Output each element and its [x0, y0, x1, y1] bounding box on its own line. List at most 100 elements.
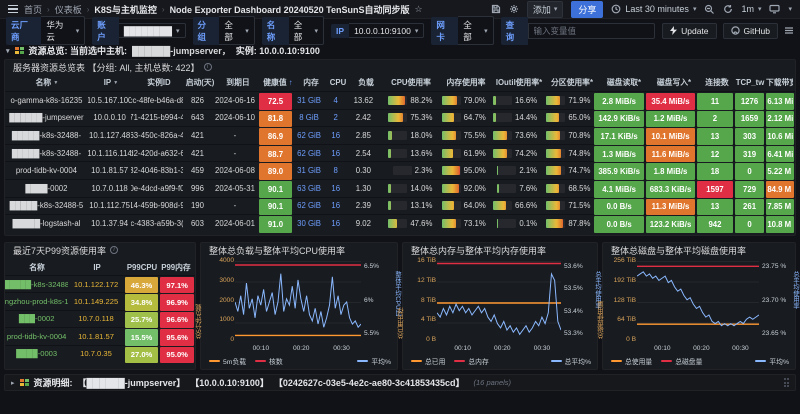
add-dropdown[interactable]: 添加▾	[527, 1, 564, 18]
github-button[interactable]: GitHub	[723, 23, 778, 39]
table-row[interactable]: █████-k8s-32488- 10.1.116.114 d2-420d-a6…	[5, 144, 795, 162]
table-row[interactable]: prod-tidb-kv-0004 10.1.81.57 15.5% 95.6%	[5, 327, 195, 344]
panel-title[interactable]: 整体总磁盘与整体平均磁盘使用率	[603, 243, 795, 257]
line-chart[interactable]	[235, 261, 361, 343]
cell-name[interactable]: ████-0003	[5, 346, 68, 362]
col-instance-id[interactable]: 实例ID	[133, 74, 185, 91]
table-row[interactable]: █████-logstash-al 10.1.37.94 c-4383-a59b…	[5, 214, 795, 232]
zoom-out-icon[interactable]	[704, 4, 715, 15]
cell-ip[interactable]: 10.1.116.114	[88, 145, 131, 162]
panel-title[interactable]: 整体总负载与整体平均CPU使用率	[201, 243, 397, 257]
panel-title[interactable]: 服务器资源总览表 【分组: All, 主机总数: 422】 i	[5, 60, 795, 74]
table-row[interactable]: █████-k8s-32488-5 10.1.112.75 14-459b-90…	[5, 197, 795, 215]
col-cpu-usage[interactable]: CPU使用率	[383, 74, 439, 91]
col-load[interactable]: 负载	[349, 74, 383, 91]
cell-name[interactable]: ngzhou-prod-k8s-1	[5, 293, 68, 309]
refresh-interval-dropdown[interactable]: 1m▾	[741, 4, 761, 14]
variable-value-dropdown[interactable]: 全部▾	[219, 16, 254, 45]
panel-title[interactable]: 最近7天P99资源使用率 i	[5, 243, 195, 257]
cell-ip[interactable]: 10.5.167.100	[88, 92, 131, 109]
table-row[interactable]: ████-0002 10.7.0.118 0e-4dcd-a9f9-f0 996…	[5, 179, 795, 197]
refresh-icon[interactable]	[723, 4, 733, 14]
line-chart[interactable]	[437, 261, 561, 343]
legend-item[interactable]: 总已用	[411, 356, 445, 366]
section-row-overview[interactable]: ▾ 资源总览: 当前选中主机: ██████-jumpserver， 实例: 1…	[6, 43, 794, 58]
cell-ip[interactable]: 10.1.112.75	[88, 198, 131, 215]
col-cpu[interactable]: CPU	[327, 74, 349, 91]
panel-title[interactable]: 整体总内存与整体平均内存使用率	[403, 243, 597, 257]
cell-name[interactable]: prod-tidb-kv-0004	[5, 328, 68, 344]
legend-item[interactable]: 核数	[255, 356, 283, 366]
col-p99cpu[interactable]: P99CPU	[125, 259, 159, 275]
col-memory[interactable]: 内存	[295, 74, 327, 91]
col-name[interactable]: 名称	[5, 259, 69, 275]
col-download[interactable]: 下载带宽	[765, 74, 793, 91]
star-icon[interactable]: ☆	[414, 4, 422, 15]
col-expire-date[interactable]: 到期日	[215, 74, 261, 91]
line-chart[interactable]	[637, 261, 759, 343]
table-row[interactable]: prod-tidb-kv-0004 10.1.81.57 32-4046-83b…	[5, 161, 795, 179]
table-row[interactable]: ██████-jumpserver 10.0.0.10 71-4215-b994…	[5, 109, 795, 127]
legend-item[interactable]: 平均%	[755, 356, 789, 366]
variable-value-dropdown[interactable]: 10.0.0.10:9100▾	[349, 23, 424, 38]
col-uptime-days[interactable]: 启动(天)	[185, 74, 215, 91]
breadcrumb-dashboards[interactable]: 仪表板	[55, 3, 82, 16]
cell-name[interactable]: █████-k8s-32488-	[5, 127, 88, 144]
cell-name[interactable]: ███-0002	[5, 311, 68, 327]
search-input[interactable]	[528, 23, 656, 39]
cell-name[interactable]: ██████-jumpserver	[5, 110, 88, 127]
legend-item[interactable]: 平均%	[357, 356, 391, 366]
section-row-details[interactable]: ▸ 资源明细: 【██████-jumpserver】 【10.0.0.10:9…	[4, 374, 796, 391]
legend-item[interactable]: 总内存	[454, 356, 488, 366]
legend-item[interactable]: 总磁盘量	[661, 356, 702, 366]
col-disk-write[interactable]: 磁盘写入*	[649, 74, 699, 91]
col-health[interactable]: 健康值	[263, 77, 286, 88]
menu-icon[interactable]	[8, 5, 18, 14]
legend-item[interactable]: 总使用量	[611, 356, 652, 366]
cell-name[interactable]: prod-tidb-kv-0004	[5, 162, 88, 179]
variable-value-dropdown[interactable]: 全部▾	[458, 16, 493, 45]
cell-name[interactable]: o-gamma-k8s-16235	[5, 92, 88, 109]
col-name[interactable]: 名称	[36, 77, 52, 88]
cell-name[interactable]: █████-k8s-32488	[5, 276, 68, 292]
variable-value-dropdown[interactable]: 华为云▾	[41, 16, 85, 45]
legend-item[interactable]: 总平均%	[551, 356, 591, 366]
panel-list-icon[interactable]	[784, 26, 794, 35]
kiosk-mode-icon[interactable]	[769, 4, 780, 14]
col-mem-usage[interactable]: 内存使用率	[439, 74, 493, 91]
cell-ip[interactable]: 10.7.0.118	[88, 180, 131, 197]
table-row[interactable]: ███-0002 10.7.0.118 25.7% 96.6%	[5, 310, 195, 327]
table-row[interactable]: █████-k8s-32488- 10.1.127.48 63-450c-826…	[5, 126, 795, 144]
funnel-icon[interactable]: ▼	[113, 80, 118, 86]
cell-ip[interactable]: 10.1.37.94	[88, 215, 131, 232]
col-disk-read[interactable]: 磁盘读取*	[599, 74, 649, 91]
cell-name[interactable]: █████-k8s-32488-	[5, 145, 88, 162]
table-row[interactable]: █████-k8s-32488 10.1.122.172 46.3% 97.1%	[5, 275, 195, 292]
legend-item[interactable]: 5m负载	[209, 356, 246, 366]
cell-ip[interactable]: 10.1.127.48	[88, 127, 131, 144]
breadcrumb-home[interactable]: 首页	[24, 3, 42, 16]
share-button[interactable]: 分享	[571, 1, 603, 18]
table-row[interactable]: o-gamma-k8s-16235 10.5.167.100 cc-48fe-b…	[5, 91, 795, 109]
cell-ip[interactable]: 10.0.0.10	[88, 110, 131, 127]
variable-value-dropdown[interactable]: 全部▾	[289, 16, 324, 45]
cell-ip[interactable]: 10.1.81.57	[88, 162, 131, 179]
table-row[interactable]: ████-0003 10.7.0.35 27.0% 95.0%	[5, 345, 195, 362]
col-ioutil[interactable]: IOutil使用率*	[493, 74, 545, 91]
variable-value-dropdown[interactable]: ████████▾	[119, 23, 186, 38]
gear-icon[interactable]	[509, 4, 519, 14]
col-ip[interactable]: IP	[69, 259, 125, 275]
save-icon[interactable]	[491, 4, 501, 14]
col-tcp-tw[interactable]: TCP_tw	[735, 74, 765, 91]
breadcrumb-folder[interactable]: K8S与主机监控	[94, 3, 157, 16]
drag-handle-icon[interactable]	[784, 378, 790, 387]
funnel-icon[interactable]: ▼	[53, 80, 58, 86]
time-range-picker[interactable]: Last 30 minutes ▾	[611, 4, 696, 14]
col-partition[interactable]: 分区使用率*	[545, 74, 599, 91]
chevron-down-icon[interactable]: ▾	[788, 5, 792, 13]
cell-name[interactable]: █████-logstash-al	[5, 215, 88, 232]
col-connections[interactable]: 连接数	[699, 74, 735, 91]
cell-name[interactable]: █████-k8s-32488-5	[5, 198, 88, 215]
table-row[interactable]: ngzhou-prod-k8s-1 10.1.149.225 34.8% 96.…	[5, 292, 195, 309]
update-button[interactable]: Update	[662, 23, 716, 39]
